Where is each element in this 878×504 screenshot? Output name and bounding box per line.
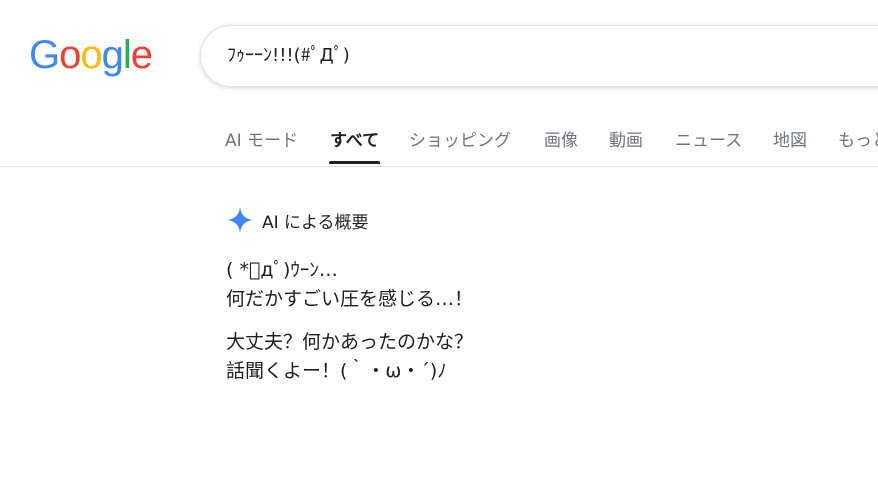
ai-paragraph: 大丈夫？何かあったのかな？ 話聞くよー！(｀・ω・´)ﾉ xyxy=(226,328,846,386)
tab-all[interactable]: すべて xyxy=(330,126,379,151)
logo-letter: g xyxy=(101,33,124,77)
logo-letter: o xyxy=(80,33,102,77)
ai-text-line: 大丈夫？何かあったのかな？ xyxy=(226,331,474,353)
tab-images[interactable]: 画像 xyxy=(544,126,578,151)
ai-text-line: ( *ﾟдﾟ)ｳｰﾝ… xyxy=(226,259,338,281)
ai-text-line: 何だかすごい圧を感じる…！ xyxy=(226,288,474,310)
active-tab-indicator xyxy=(329,161,380,164)
search-results-page: Google AI モード すべて ショッピング 画像 動画 ニュース 地図 も… xyxy=(0,0,878,504)
ai-paragraph: ( *ﾟдﾟ)ｳｰﾝ… 何だかすごい圧を感じる…！ xyxy=(226,256,846,314)
tab-more[interactable]: もっと xyxy=(838,126,878,151)
search-tabs: AI モード すべて ショッピング 画像 動画 ニュース 地図 もっと xyxy=(0,110,878,167)
ai-overview-body: ( *ﾟдﾟ)ｳｰﾝ… 何だかすごい圧を感じる…！ 大丈夫？何かあったのかな？ … xyxy=(226,256,846,400)
logo-letter: l xyxy=(122,33,132,77)
tab-ai-mode[interactable]: AI モード xyxy=(225,126,298,151)
logo-letter: o xyxy=(59,33,81,77)
tab-shopping[interactable]: ショッピング xyxy=(409,126,511,151)
ai-overview-title: AI による概要 xyxy=(262,212,369,233)
search-input[interactable] xyxy=(227,26,827,86)
tab-videos[interactable]: 動画 xyxy=(609,126,643,151)
google-logo[interactable]: Google xyxy=(29,30,153,80)
search-box[interactable] xyxy=(200,25,878,87)
ai-overview-header: AI による概要 xyxy=(226,205,369,235)
sparkle-icon xyxy=(227,207,253,233)
tab-maps[interactable]: 地図 xyxy=(773,126,807,151)
logo-letter: e xyxy=(130,33,153,77)
ai-text-line: 話聞くよー！(｀・ω・´)ﾉ xyxy=(226,360,447,382)
logo-letter: G xyxy=(29,33,60,77)
tab-news[interactable]: ニュース xyxy=(675,126,742,151)
